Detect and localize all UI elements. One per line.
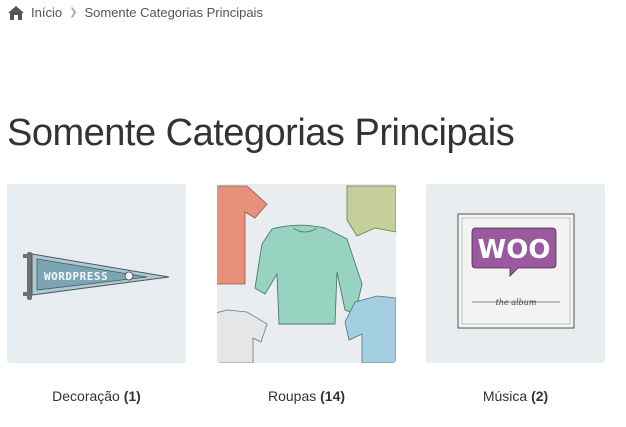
category-count: (14) — [320, 388, 346, 404]
album-subtitle: the album — [496, 298, 537, 307]
category-name: Música — [482, 388, 528, 404]
category-thumbnail-musica[interactable]: WOO the album — [426, 184, 605, 363]
category-name: Decoração — [52, 388, 120, 404]
category-title-decoracao[interactable]: Decoração (1) — [7, 388, 186, 405]
category-count: (2) — [531, 388, 549, 404]
page-title: Somente Categorias Principais — [7, 112, 515, 154]
category-thumbnail-decoracao[interactable]: WORDPRESS — [7, 184, 186, 363]
breadcrumb: Início ❯ Somente Categorias Principais — [8, 5, 263, 20]
category-item-roupas[interactable]: Roupas (14) — [217, 184, 396, 405]
chevron-right-icon: ❯ — [69, 7, 78, 18]
pennant-text: WORDPRESS — [44, 270, 108, 283]
breadcrumb-current: Somente Categorias Principais — [84, 5, 263, 20]
home-icon[interactable] — [8, 5, 24, 20]
category-name: Roupas — [267, 388, 317, 404]
category-title-roupas[interactable]: Roupas (14) — [217, 388, 396, 405]
breadcrumb-home-link[interactable]: Início — [31, 5, 62, 20]
category-thumbnail-roupas[interactable] — [217, 184, 396, 363]
category-title-musica[interactable]: Música (2) — [426, 388, 605, 405]
category-count: (1) — [123, 388, 141, 404]
category-item-musica[interactable]: WOO the album Música (2) — [426, 184, 605, 405]
category-item-decoracao[interactable]: WORDPRESS Decoração (1) — [7, 184, 186, 405]
woo-logo-text: WOO — [478, 235, 551, 265]
